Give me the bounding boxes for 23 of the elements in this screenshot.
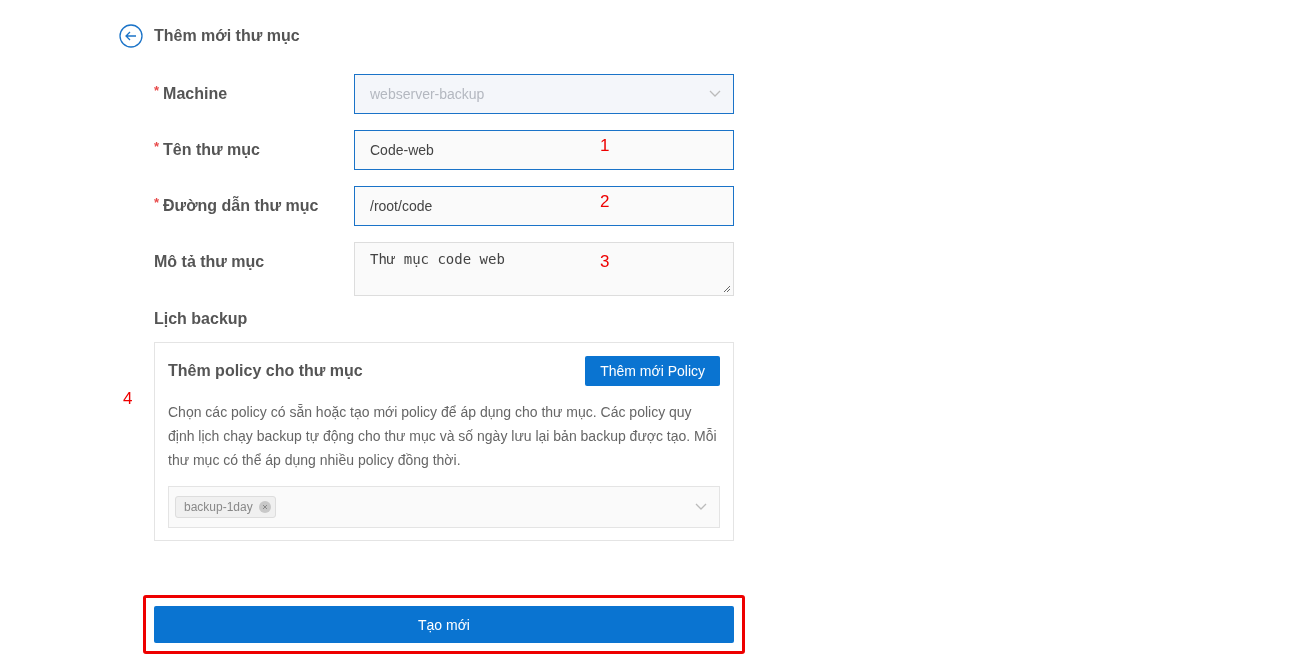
annotation-number: 1 [600,136,610,156]
panel-description: Chọn các policy có sẵn hoặc tạo mới policy để áp dụng cho thư mục. Các policy quy định lịch chạy backup tự động cho thư mục và số ngày lưu lại bản backup được tạo. Mỗi thư mục có thể áp dụng nhiều policy đồng thời. [168,403,718,470]
annotation-number: 4 [123,389,133,409]
field-label: * Tên thư mục [154,138,261,160]
chevron-down-icon [695,503,707,511]
section-label: Lịch backup [154,310,249,328]
resize-handle-icon [723,285,731,293]
policy-select[interactable]: backup-1day [168,486,720,528]
create-button[interactable]: Tạo mới [154,606,734,643]
required-asterisk: * [154,195,160,210]
required-asterisk: * [154,83,160,98]
remove-tag-icon[interactable] [258,501,271,513]
annotation-number: 2 [600,192,610,212]
panel-title: Thêm policy cho thư mục [168,362,363,380]
chevron-down-icon [709,90,721,98]
field-label: * Machine [154,82,229,104]
policy-tag: backup-1day [175,496,276,518]
page-title: Thêm mới thư mục [154,27,300,45]
required-asterisk: * [154,139,160,154]
annotation-number: 3 [600,252,610,272]
add-policy-button[interactable]: Thêm mới Policy [585,356,720,386]
field-label: * Đường dẫn thư mục [154,194,320,216]
field-label: Mô tả thư mục [154,252,266,272]
